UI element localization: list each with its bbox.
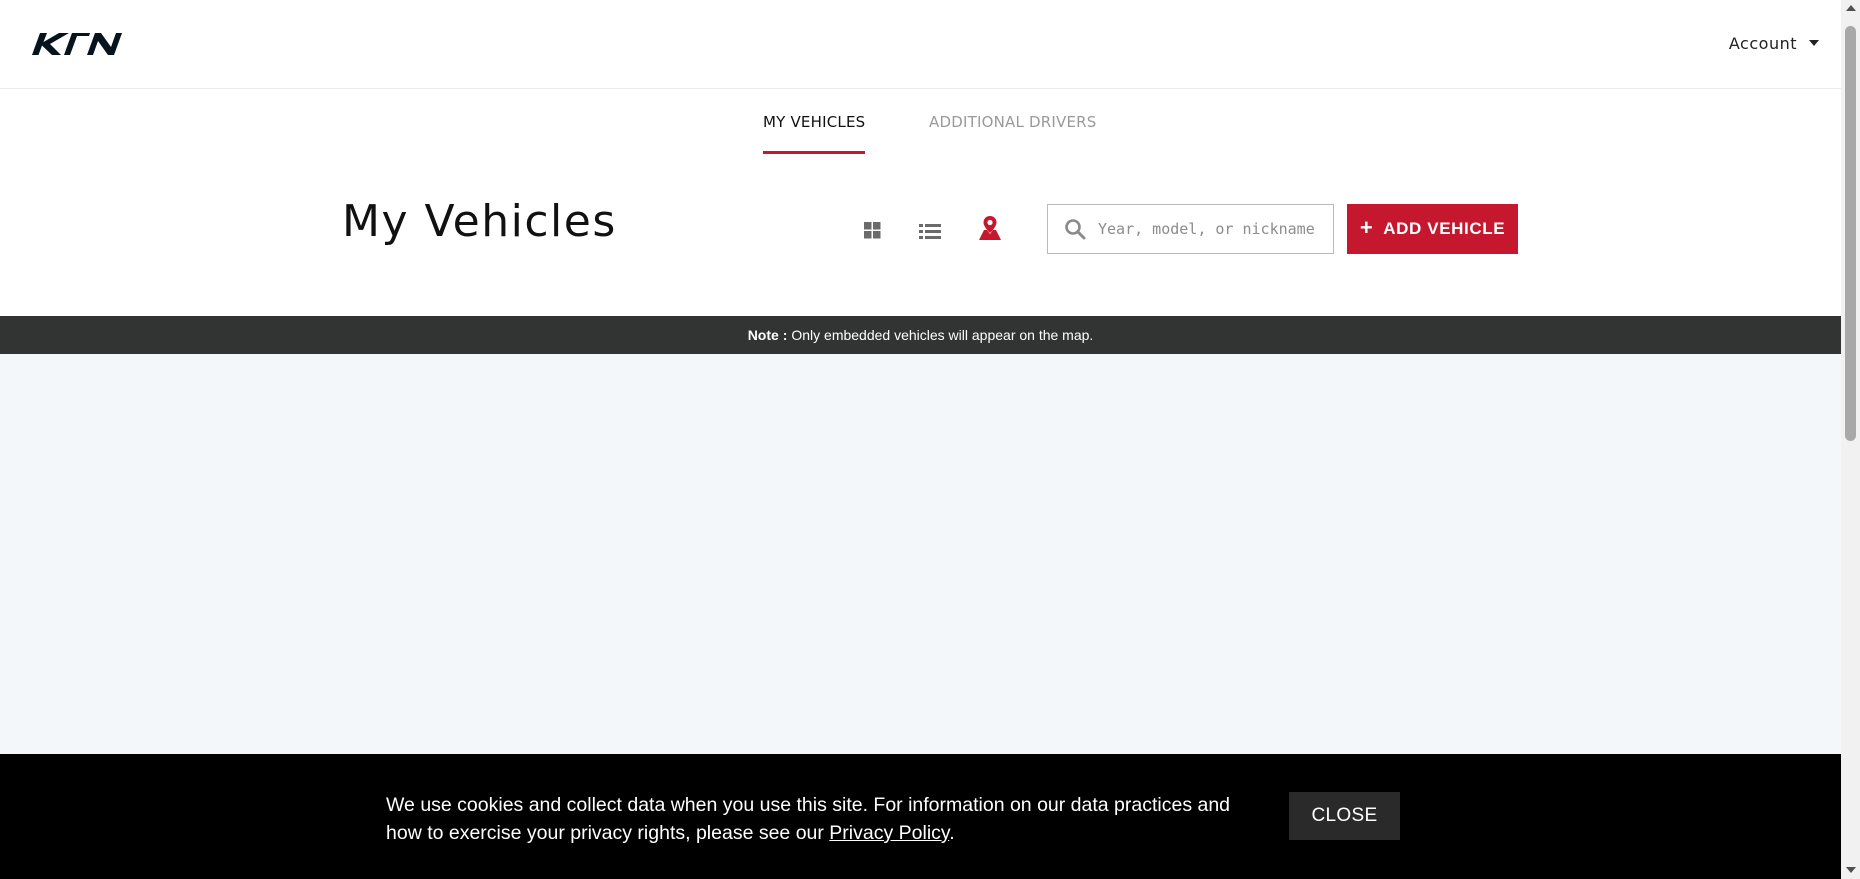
page-title: My Vehicles — [342, 196, 617, 247]
account-menu[interactable]: Account — [1729, 31, 1819, 55]
cookie-message: We use cookies and collect data when you… — [386, 794, 1231, 844]
cookie-text: We use cookies and collect data when you… — [386, 791, 1256, 847]
close-button[interactable]: CLOSE — [1289, 792, 1400, 840]
search-icon — [1065, 219, 1086, 240]
grid-view-icon — [864, 222, 881, 239]
note-prefix: Note : — [747, 327, 788, 343]
tab-additional-drivers[interactable]: ADDITIONAL DRIVERS — [929, 113, 1096, 153]
page: Account MY VEHICLES ADDITIONAL DRIVERS M… — [0, 0, 1860, 879]
kia-logo[interactable] — [32, 31, 132, 57]
note-text: Only embedded vehicles will appear on th… — [791, 327, 1094, 343]
search-input[interactable] — [1098, 220, 1318, 238]
add-vehicle-label: ADD VEHICLE — [1383, 219, 1506, 238]
cookie-banner: We use cookies and collect data when you… — [0, 754, 1841, 879]
scrollbar-thumb[interactable] — [1845, 26, 1856, 441]
tab-my-vehicles[interactable]: MY VEHICLES — [763, 113, 866, 154]
caret-down-icon — [1809, 40, 1819, 46]
note-bar: Note : Only embedded vehicles will appea… — [0, 316, 1841, 354]
list-view-icon — [919, 224, 941, 239]
tab-bar: MY VEHICLES ADDITIONAL DRIVERS — [0, 89, 1841, 155]
cookie-suffix: . — [949, 822, 955, 844]
site-header: Account — [0, 0, 1841, 89]
account-label: Account — [1728, 33, 1797, 53]
list-view-button[interactable] — [915, 216, 945, 246]
add-vehicle-button[interactable]: + ADD VEHICLE — [1347, 204, 1518, 254]
map-area[interactable] — [0, 354, 1841, 754]
privacy-policy-link[interactable]: Privacy Policy — [829, 822, 949, 844]
search-box[interactable] — [1047, 204, 1334, 254]
map-view-button[interactable] — [975, 213, 1005, 243]
plus-icon: + — [1359, 214, 1374, 240]
scroll-up-arrow-icon[interactable] — [1846, 5, 1856, 11]
grid-view-button[interactable] — [857, 216, 887, 246]
scroll-down-arrow-icon[interactable] — [1846, 867, 1856, 873]
scrollbar[interactable] — [1841, 0, 1860, 879]
map-pin-icon — [979, 216, 1001, 240]
